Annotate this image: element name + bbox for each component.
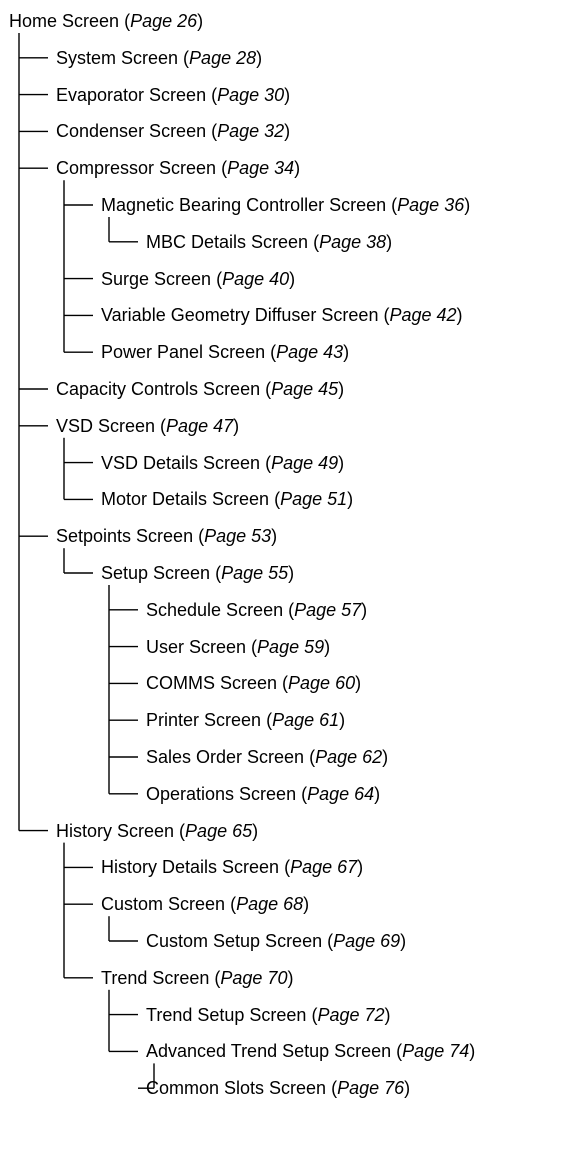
tree-node-capacity-controls: Capacity Controls Screen (Page 45) [56,379,345,399]
node-label: Custom Screen [101,894,226,915]
node-page-ref: Page 61 [272,710,340,731]
node-label: COMMS Screen [146,673,278,694]
tree-node-common-slots: Common Slots Screen (Page 76) [146,1078,411,1099]
tree-node-vgd: Variable Geometry Diffuser Screen (Page … [101,305,463,326]
tree-node-condenser: Condenser Screen (Page 32) [56,121,291,142]
node-label: Trend Screen [101,967,210,988]
node-label: Setup Screen [101,563,211,583]
node-label: VSD Details Screen [101,452,261,473]
node-page-ref: Page 64 [307,783,375,804]
node-page-ref: Page 47 [166,415,234,436]
node-page-ref: Page 38 [319,231,387,252]
node-page-ref: Page 69 [333,931,401,951]
node-label: Home Screen [9,11,120,31]
node-page-ref: Page 74 [402,1041,470,1062]
node-page-ref: Page 45 [271,379,339,399]
node-label: Setpoints Screen [56,526,194,547]
node-page-ref: Page 26 [130,11,198,31]
tree-node-evaporator: Evaporator Screen (Page 30) [56,84,291,105]
tree-node-printer: Printer Screen (Page 61) [146,710,346,731]
tree-node-comms: COMMS Screen (Page 60) [146,673,362,694]
tree-node-motor-details: Motor Details Screen (Page 51) [101,489,354,510]
node-label: Evaporator Screen [56,84,207,105]
tree-node-mbc-details: MBC Details Screen (Page 38) [146,231,393,252]
tree-node-surge: Surge Screen (Page 40) [101,268,296,289]
node-page-ref: Page 36 [397,195,465,215]
tree-node-compressor: Compressor Screen (Page 34) [56,158,301,179]
tree-node-operations: Operations Screen (Page 64) [146,783,381,804]
tree-node-custom-setup: Custom Setup Screen (Page 69) [146,931,407,951]
node-page-ref: Page 68 [236,894,304,915]
node-label: System Screen [56,47,179,68]
node-page-ref: Page 43 [276,342,344,363]
node-page-ref: Page 67 [290,857,358,878]
tree-node-vsd-details: VSD Details Screen (Page 49) [101,452,345,473]
node-page-ref: Page 65 [185,820,253,841]
tree-node-advanced-trend-setup: Advanced Trend Setup Screen (Page 74) [146,1041,476,1062]
node-page-ref: Page 55 [221,563,289,583]
tree-node-mbc: Magnetic Bearing Controller Screen (Page… [101,195,471,215]
node-label: Advanced Trend Setup Screen [146,1041,392,1062]
node-label: User Screen [146,636,247,657]
tree-node-sales-order: Sales Order Screen (Page 62) [146,747,389,767]
tree-node-setpoints: Setpoints Screen (Page 53) [56,526,278,547]
node-label: Custom Setup Screen [146,931,323,951]
node-page-ref: Page 42 [389,305,457,326]
node-label: Motor Details Screen [101,489,270,510]
tree-node-history-details: History Details Screen (Page 67) [101,857,364,878]
tree-node-home: Home Screen (Page 26) [9,11,204,31]
node-label: MBC Details Screen [146,231,309,252]
node-page-ref: Page 51 [280,489,348,510]
node-page-ref: Page 40 [222,268,290,289]
tree-node-power-panel: Power Panel Screen (Page 43) [101,342,350,363]
node-label: Condenser Screen [56,121,207,142]
node-label: Sales Order Screen [146,747,305,767]
node-label: Operations Screen [146,783,297,804]
node-label: History Screen [56,820,175,841]
node-page-ref: Page 76 [337,1078,405,1099]
node-label: VSD Screen [56,415,156,436]
node-page-ref: Page 62 [315,747,383,767]
node-label: History Details Screen [101,857,280,878]
node-label: Common Slots Screen [146,1078,327,1099]
tree-node-history: History Screen (Page 65) [56,820,259,841]
node-page-ref: Page 30 [217,84,285,105]
node-label: Compressor Screen [56,158,217,179]
node-label: Capacity Controls Screen [56,379,261,399]
node-page-ref: Page 28 [189,47,257,68]
node-page-ref: Page 72 [317,1004,385,1025]
tree-node-trend-setup: Trend Setup Screen (Page 72) [146,1004,391,1025]
node-label: Power Panel Screen [101,342,266,363]
tree-node-vsd: VSD Screen (Page 47) [56,415,240,436]
node-page-ref: Page 34 [227,158,295,179]
tree-node-system: System Screen (Page 28) [56,47,263,68]
screen-navigation-tree: Home Screen (Page 26) System Screen (Page… [0,0,577,1157]
node-page-ref: Page 60 [288,673,356,694]
node-page-ref: Page 53 [204,526,272,547]
tree-node-setup: Setup Screen (Page 55) [101,563,295,583]
node-page-ref: Page 49 [271,452,339,473]
node-label: Magnetic Bearing Controller Screen [101,195,387,215]
tree-node-trend: Trend Screen (Page 70) [101,967,294,988]
node-label: Variable Geometry Diffuser Screen [101,305,379,326]
node-page-ref: Page 57 [294,599,362,620]
node-page-ref: Page 70 [220,967,288,988]
node-page-ref: Page 59 [257,636,325,657]
node-label: Printer Screen [146,710,262,731]
tree-node-custom: Custom Screen (Page 68) [101,894,310,915]
node-label: Schedule Screen [146,599,284,620]
node-page-ref: Page 32 [217,121,285,142]
node-label: Trend Setup Screen [146,1004,307,1025]
tree-node-schedule: Schedule Screen (Page 57) [146,599,368,620]
node-label: Surge Screen [101,268,212,289]
tree-node-user: User Screen (Page 59) [146,636,331,657]
